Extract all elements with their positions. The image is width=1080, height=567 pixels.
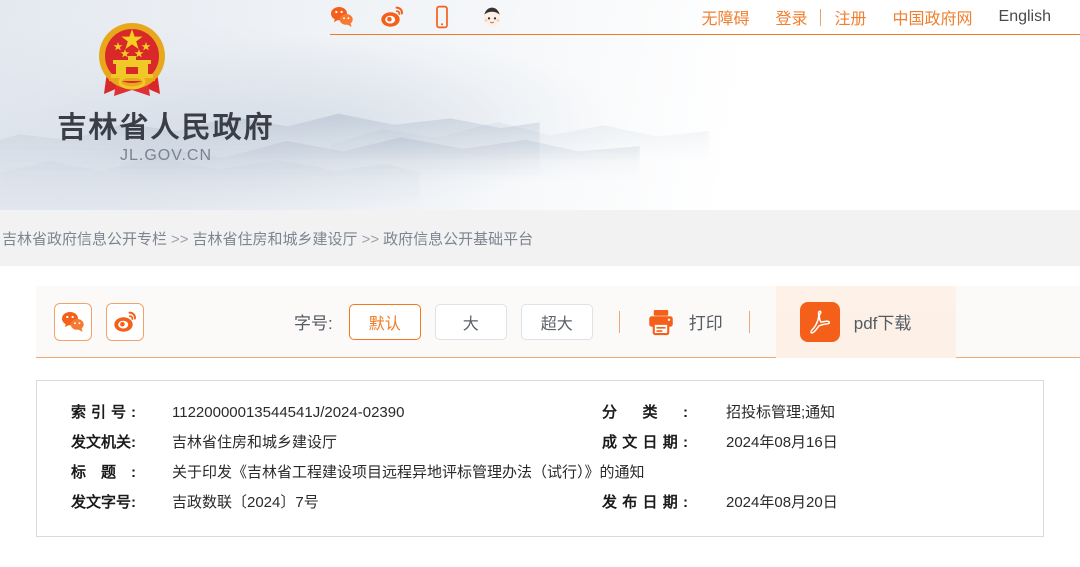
national-emblem-icon bbox=[88, 12, 176, 104]
print-label: 打印 bbox=[688, 314, 723, 333]
breadcrumb-separator: >> bbox=[361, 230, 380, 248]
article-toolbar: 字号: 默认 大 超大 打印 pdf下载 bbox=[36, 285, 1080, 358]
header-top-links: 无障碍 登录 注册 中国政府网 English bbox=[688, 0, 1064, 34]
login-link[interactable]: 登录 bbox=[762, 5, 820, 29]
meta-value-title: 关于印发《吉林省工程建设项目远程异地评标管理办法（试行）》的通知 bbox=[172, 464, 645, 481]
header-divider-rule bbox=[330, 34, 1080, 35]
meta-spacer bbox=[136, 428, 172, 458]
meta-spacer bbox=[688, 398, 726, 428]
meta-spacer bbox=[136, 488, 172, 518]
font-size-large-button[interactable]: 大 bbox=[434, 303, 507, 340]
share-button-group bbox=[36, 302, 144, 341]
mountain-backdrop-4 bbox=[330, 121, 710, 160]
table-row: 标题: 关于印发《吉林省工程建设项目远程异地评标管理办法（试行）》的通知 bbox=[37, 458, 1043, 488]
wechat-icon[interactable] bbox=[330, 5, 354, 29]
font-size-extra-large-button[interactable]: 超大 bbox=[520, 303, 593, 340]
register-link[interactable]: 注册 bbox=[821, 5, 879, 29]
meta-value-document-number: 吉政数联〔2024〕7号 bbox=[172, 494, 319, 511]
table-row: 索引号: 11220000013544541J/2024-02390 分类: 招… bbox=[37, 398, 1043, 428]
site-title: 吉林省人民政府 bbox=[57, 112, 275, 144]
breadcrumb-item-1[interactable]: 吉林省住房和城乡建设厅 bbox=[193, 231, 358, 248]
pdf-download-label: pdf下载 bbox=[853, 314, 912, 333]
table-row: 发文字号: 吉政数联〔2024〕7号 发布日期: 2024年08月20日 bbox=[37, 488, 1043, 518]
printer-icon bbox=[646, 307, 676, 337]
document-meta-table: 索引号: 11220000013544541J/2024-02390 分类: 招… bbox=[37, 398, 1043, 518]
toolbar-divider bbox=[748, 310, 750, 333]
mascot-icon[interactable] bbox=[480, 5, 504, 29]
pdf-download-button[interactable]: pdf下载 bbox=[775, 285, 956, 358]
breadcrumb-item-0[interactable]: 吉林省政府信息公开专栏 bbox=[2, 231, 167, 248]
meta-key-issuing-agency: 发文机关: bbox=[71, 434, 136, 451]
weibo-icon[interactable] bbox=[380, 5, 404, 29]
document-meta-container: 索引号: 11220000013544541J/2024-02390 分类: 招… bbox=[0, 358, 1080, 537]
meta-value-publish-date: 2024年08月20日 bbox=[726, 494, 838, 511]
breadcrumb-item-2[interactable]: 政府信息公开基础平台 bbox=[383, 231, 533, 248]
meta-value-written-date: 2024年08月16日 bbox=[726, 434, 838, 451]
breadcrumb: 吉林省政府信息公开专栏 >> 吉林省住房和城乡建设厅 >> 政府信息公开基础平台 bbox=[0, 228, 533, 249]
pdf-icon bbox=[799, 301, 840, 342]
font-size-label: 字号: bbox=[294, 314, 333, 333]
font-size-control: 字号: 默认 大 超大 bbox=[294, 303, 593, 340]
font-size-default-button[interactable]: 默认 bbox=[348, 303, 421, 340]
meta-spacer bbox=[136, 458, 172, 488]
meta-key-document-number: 发文字号: bbox=[71, 494, 136, 511]
meta-spacer bbox=[688, 428, 726, 458]
meta-key-publish-date: 发布日期: bbox=[602, 494, 688, 511]
table-row: 发文机关: 吉林省住房和城乡建设厅 成文日期: 2024年08月16日 bbox=[37, 428, 1043, 458]
site-domain: JL.GOV.CN bbox=[120, 147, 212, 164]
meta-value-issuing-agency: 吉林省住房和城乡建设厅 bbox=[172, 434, 338, 451]
toolbar-container: 字号: 默认 大 超大 打印 pdf下载 bbox=[0, 266, 1080, 358]
accessibility-link[interactable]: 无障碍 bbox=[688, 5, 762, 29]
meta-value-index-number: 11220000013544541J/2024-02390 bbox=[172, 404, 405, 421]
share-weibo-button[interactable] bbox=[106, 302, 144, 341]
breadcrumb-bar: 吉林省政府信息公开专栏 >> 吉林省住房和城乡建设厅 >> 政府信息公开基础平台 bbox=[0, 210, 1080, 266]
english-link[interactable]: English bbox=[986, 8, 1064, 26]
share-wechat-button[interactable] bbox=[54, 302, 92, 341]
china-gov-link[interactable]: 中国政府网 bbox=[880, 5, 986, 29]
print-button[interactable]: 打印 bbox=[646, 307, 723, 337]
header-social-icons bbox=[330, 0, 504, 34]
mobile-icon[interactable] bbox=[430, 5, 454, 29]
meta-key-category: 分类: bbox=[602, 404, 688, 421]
site-header: 吉林省人民政府 JL.GOV.CN 无障碍 登录 注册 中国政府网 Englis… bbox=[0, 0, 1080, 210]
meta-spacer bbox=[136, 398, 172, 428]
meta-value-category: 招投标管理;通知 bbox=[726, 404, 836, 421]
meta-key-index-number: 索引号: bbox=[71, 404, 136, 421]
document-meta-box: 索引号: 11220000013544541J/2024-02390 分类: 招… bbox=[36, 380, 1044, 537]
meta-key-title: 标题: bbox=[71, 464, 136, 481]
breadcrumb-separator: >> bbox=[171, 230, 189, 248]
toolbar-divider bbox=[618, 310, 620, 333]
meta-spacer bbox=[688, 488, 726, 518]
meta-key-written-date: 成文日期: bbox=[602, 434, 688, 451]
